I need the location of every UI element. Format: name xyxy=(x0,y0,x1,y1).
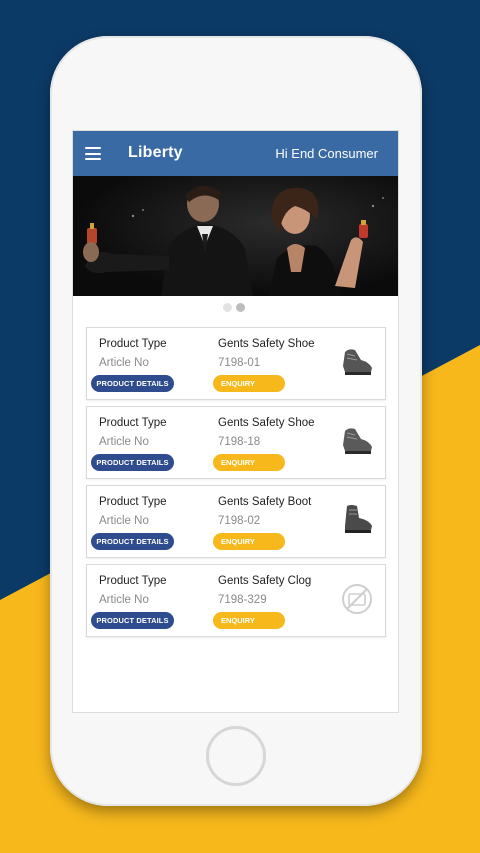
enquiry-button[interactable]: ENQUIRY xyxy=(213,454,285,471)
user-greeting: Hi End Consumer xyxy=(275,146,378,161)
article-no-value: 7198-02 xyxy=(218,515,261,527)
product-type-label: Product Type xyxy=(99,575,167,587)
article-no-label: Article No xyxy=(99,594,149,606)
product-type-value: Gents Safety Boot xyxy=(218,496,312,508)
app-screen: Liberty Hi End Consumer Product Type Gen… xyxy=(72,130,399,713)
shoe-image[interactable] xyxy=(339,423,375,459)
product-type-label: Product Type xyxy=(99,417,167,429)
perfume-couple-illustration xyxy=(83,185,384,296)
product-type-value: Gents Safety Shoe xyxy=(218,338,315,350)
article-no-value: 7198-329 xyxy=(218,594,267,606)
product-card[interactable]: Product Type Gents Safety Clog Article N… xyxy=(86,564,386,637)
enquiry-button[interactable]: ENQUIRY xyxy=(213,375,285,392)
app-bar: Liberty Hi End Consumer xyxy=(73,131,398,176)
product-details-button[interactable]: PRODUCT DETAILS xyxy=(91,612,174,629)
product-details-button[interactable]: PRODUCT DETAILS xyxy=(91,454,174,471)
pagination-dot[interactable] xyxy=(223,303,232,312)
product-type-label: Product Type xyxy=(99,338,167,350)
boot-image[interactable] xyxy=(339,502,375,538)
product-card[interactable]: Product Type Gents Safety Boot Article N… xyxy=(86,485,386,558)
product-type-value: Gents Safety Shoe xyxy=(218,417,315,429)
app-title: Liberty xyxy=(128,144,183,161)
enquiry-button[interactable]: ENQUIRY xyxy=(213,533,285,550)
product-type-value: Gents Safety Clog xyxy=(218,575,312,587)
product-card[interactable]: Product Type Gents Safety Shoe Article N… xyxy=(86,406,386,479)
home-button[interactable] xyxy=(206,726,266,786)
banner-pagination xyxy=(223,303,245,312)
product-details-button[interactable]: PRODUCT DETAILS xyxy=(91,533,174,550)
no-image-icon[interactable] xyxy=(339,581,375,617)
article-no-value: 7198-01 xyxy=(218,357,261,369)
article-no-value: 7198-18 xyxy=(218,436,261,448)
article-no-label: Article No xyxy=(99,357,149,369)
product-details-button[interactable]: PRODUCT DETAILS xyxy=(91,375,174,392)
enquiry-button[interactable]: ENQUIRY xyxy=(213,612,285,629)
article-no-label: Article No xyxy=(99,515,149,527)
shoe-image[interactable] xyxy=(339,344,375,380)
product-card[interactable]: Product Type Gents Safety Shoe Article N… xyxy=(86,327,386,400)
hamburger-menu-icon[interactable] xyxy=(85,147,101,160)
promo-banner-image[interactable] xyxy=(73,176,398,296)
product-type-label: Product Type xyxy=(99,496,167,508)
product-list: Product Type Gents Safety Shoe Article N… xyxy=(86,327,386,643)
article-no-label: Article No xyxy=(99,436,149,448)
pagination-dot-active[interactable] xyxy=(236,303,245,312)
